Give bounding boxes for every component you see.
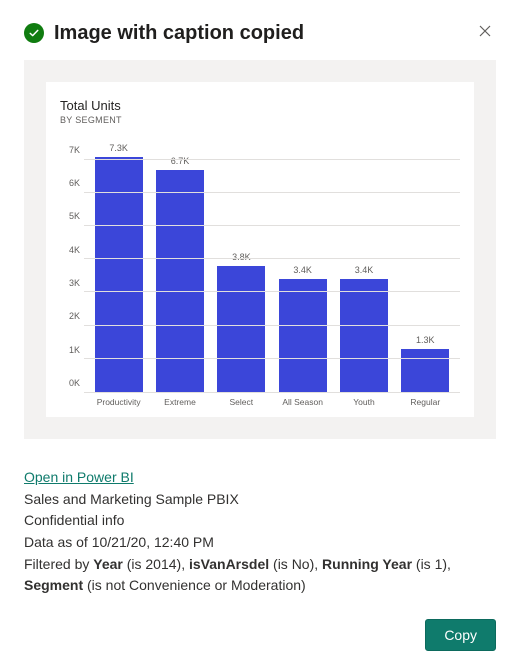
chart-bar: [401, 349, 449, 392]
report-name: Sales and Marketing Sample PBIX: [24, 491, 239, 507]
chart-bar: [279, 279, 327, 392]
chart-xtick: Productivity: [88, 397, 149, 407]
chart-xtick: Extreme: [149, 397, 210, 407]
chart-bar-column: 1.3K: [395, 143, 456, 392]
filter-condition: (is not Convenience or Moderation): [83, 577, 306, 593]
chart-gridline: [84, 192, 460, 193]
chart-title: Total Units: [60, 98, 460, 113]
chart-bar-value-label: 3.4K: [355, 265, 374, 275]
dialog-header: Image with caption copied: [24, 20, 496, 46]
filter-condition: (is 1),: [412, 556, 451, 572]
success-check-icon: [24, 23, 44, 43]
filter-field: Year: [93, 556, 123, 572]
chart-bar-column: 3.8K: [211, 143, 272, 392]
chart-bar-column: 6.7K: [149, 143, 210, 392]
filter-condition: (is 2014),: [123, 556, 189, 572]
chart-xtick: Regular: [395, 397, 456, 407]
chart-xtick: Select: [211, 397, 272, 407]
filter-field: Running Year: [322, 556, 412, 572]
chart-bar-column: 3.4K: [272, 143, 333, 392]
chart-ytick: 7K: [69, 145, 80, 155]
filter-field: Segment: [24, 577, 83, 593]
chart-ytick: 4K: [69, 245, 80, 255]
dialog-footer: Copy: [24, 619, 496, 651]
chart-bar-column: 3.4K: [333, 143, 394, 392]
classification-label: Confidential info: [24, 512, 124, 528]
chart-gridline: [84, 325, 460, 326]
filter-condition: (is No),: [269, 556, 322, 572]
chart-xaxis: ProductivityExtremeSelectAll SeasonYouth…: [84, 393, 460, 407]
chart-ytick: 2K: [69, 311, 80, 321]
close-button[interactable]: [474, 20, 496, 46]
chart-gridline: [84, 225, 460, 226]
filters-line: Filtered by Year (is 2014), isVanArsdel …: [24, 556, 451, 594]
chart-xtick: Youth: [333, 397, 394, 407]
chart-bar-column: 7.3K: [88, 143, 149, 392]
dialog-title: Image with caption copied: [54, 22, 464, 45]
chart-bars-area: 7.3K 6.7K 3.8K 3.4K 3.4K 1.3K: [84, 143, 460, 393]
chart-plot: 0K 1K 2K 3K 4K 5K 6K 7K 7.3K 6.7K 3.8K 3.4K 3.4K 1.3…: [60, 143, 460, 393]
open-in-powerbi-link[interactable]: Open in Power BI: [24, 469, 134, 485]
chart-ytick: 3K: [69, 278, 80, 288]
chart-preview-area: Total Units BY SEGMENT 0K 1K 2K 3K 4K 5K 6K 7K …: [24, 60, 496, 439]
chart-yaxis: 0K 1K 2K 3K 4K 5K 6K 7K: [60, 143, 84, 393]
chart-ytick: 1K: [69, 345, 80, 355]
chart-bar-value-label: 3.8K: [232, 252, 251, 262]
chart-subtitle: BY SEGMENT: [60, 115, 460, 125]
chart-card: Total Units BY SEGMENT 0K 1K 2K 3K 4K 5K 6K 7K …: [46, 82, 474, 417]
chart-bar-value-label: 7.3K: [109, 143, 128, 153]
filter-field: isVanArsdel: [189, 556, 269, 572]
caption-block: Open in Power BI Sales and Marketing Sam…: [24, 467, 496, 597]
chart-bar-value-label: 1.3K: [416, 335, 435, 345]
copy-button[interactable]: Copy: [425, 619, 496, 651]
chart-bar: [217, 266, 265, 392]
chart-gridline: [84, 358, 460, 359]
chart-ytick: 5K: [69, 211, 80, 221]
chart-gridline: [84, 258, 460, 259]
data-asof-prefix: Data as of: [24, 534, 92, 550]
close-icon: [478, 25, 492, 42]
data-asof-value: 10/21/20, 12:40 PM: [92, 534, 214, 550]
chart-gridline: [84, 159, 460, 160]
chart-ytick: 0K: [69, 378, 80, 388]
chart-bar-value-label: 3.4K: [293, 265, 312, 275]
chart-xtick: All Season: [272, 397, 333, 407]
chart-bar: [340, 279, 388, 392]
chart-bar-value-label: 6.7K: [171, 156, 190, 166]
chart-ytick: 6K: [69, 178, 80, 188]
chart-gridline: [84, 291, 460, 292]
